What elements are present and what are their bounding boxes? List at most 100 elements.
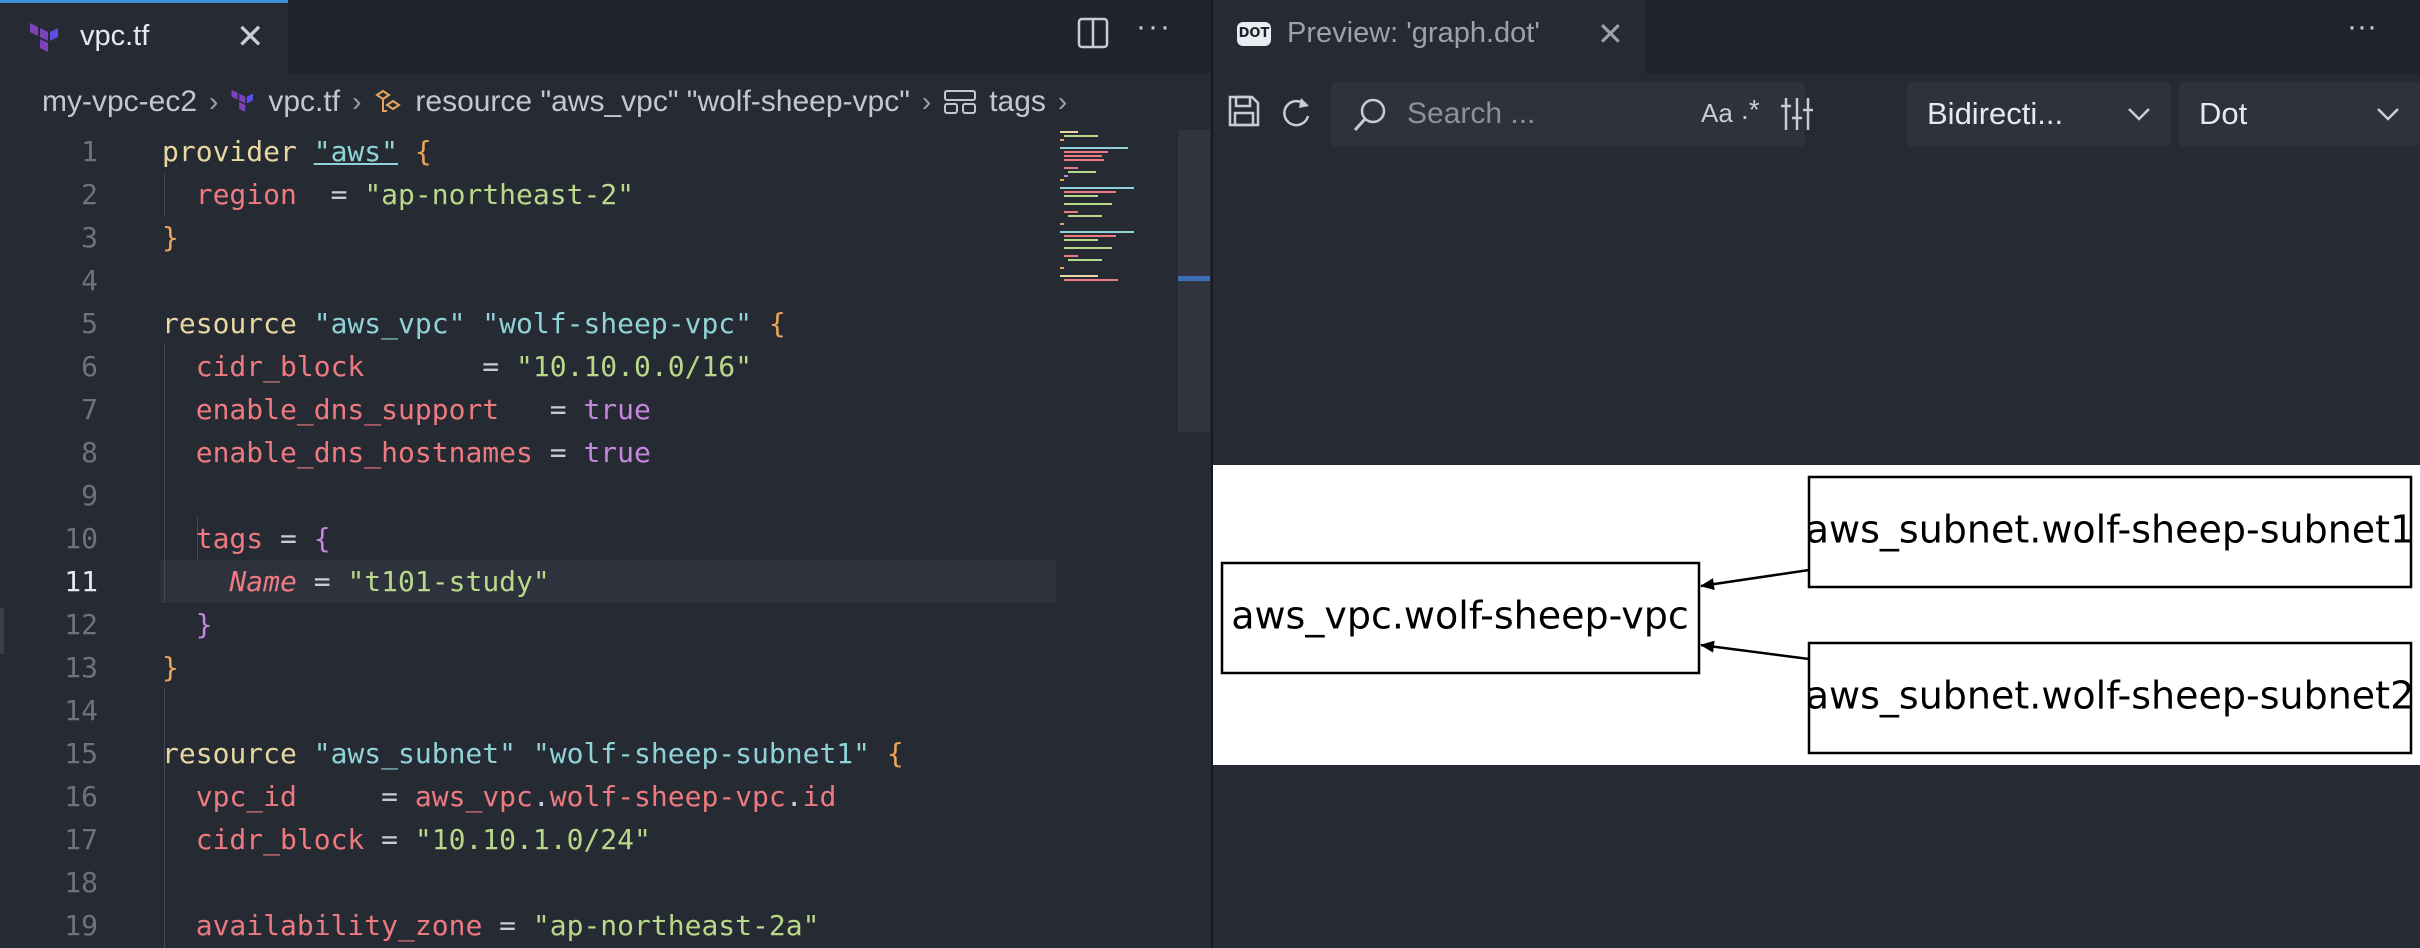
string: "10.10.0.0/16" [516,350,753,383]
string: "10.10.1.0/24" [414,823,651,856]
line-content: enable_dns_hostnames = true [162,431,651,474]
code-line: 14 [0,689,1060,732]
split-editor-icon[interactable] [1076,16,1110,50]
string: "wolf-sheep-vpc" [482,307,753,340]
close-icon[interactable]: ✕ [1597,14,1624,54]
code-line: 3 } [0,216,1060,259]
graph-node-subnet2[interactable]: aws_subnet.wolf-sheep-subnet2 [1806,641,2415,755]
code-line: 15 resource "aws_subnet" "wolf-sheep-sub… [0,732,1060,775]
save-icon[interactable] [1227,94,1261,128]
keyword: resource [162,307,297,340]
breadcrumb-resource[interactable]: resource "aws_vpc" "wolf-sheep-vpc" [373,85,910,119]
breadcrumb-resource-label: resource "aws_vpc" "wolf-sheep-vpc" [415,85,910,118]
line-content: cidr_block = "10.10.1.0/24" [162,818,651,861]
operator: = [364,823,415,856]
string: "ap-northeast-2a" [532,909,820,942]
format-select-value: Dot [2199,96,2248,131]
string: "aws" [313,135,399,168]
code-line: 5 resource "aws_vpc" "wolf-sheep-vpc" { [0,302,1060,345]
refresh-icon[interactable] [1279,94,1313,130]
format-select[interactable]: Dot [2179,82,2420,146]
attribute: vpc_id [195,780,297,813]
line-number: 14 [64,694,98,727]
direction-select[interactable]: Bidirecti... [1907,82,2171,146]
breadcrumb-project[interactable]: my-vpc-ec2 [42,85,197,119]
chevron-down-icon [2128,108,2150,121]
operator: = [499,393,584,426]
attribute: cidr_block [195,823,365,856]
graph-edge [1700,640,1810,661]
chevron-down-icon [2377,108,2399,121]
code-line: 17 cidr_block = "10.10.1.0/24" [0,818,1060,861]
line-number: 19 [64,909,98,942]
match-case-toggle[interactable]: Aa [1701,98,1733,129]
keyword: resource [162,737,297,770]
preview-toolbar: Aa .* Bidirecti... Dot [1213,74,2420,154]
code-line: 2 region = "ap-northeast-2" [0,173,1060,216]
filter-icon[interactable] [1779,94,1815,134]
node-label: aws_subnet.wolf-sheep-subnet1 [1806,508,2415,552]
string: "ap-northeast-2" [364,178,635,211]
line-content: tags = { [162,517,331,560]
attribute: enable_dns_hostnames [195,436,533,469]
tab-label: vpc.tf [80,20,150,52]
code-line: 4 [0,259,1060,302]
minimap[interactable] [1058,128,1178,288]
search-input[interactable] [1407,92,1687,136]
symbol-class-icon [375,89,402,112]
code-line: 18 [0,861,1060,904]
search-box[interactable]: Aa .* [1331,82,1813,146]
line-content: region = "ap-northeast-2" [162,173,634,216]
node-label: aws_subnet.wolf-sheep-subnet2 [1806,674,2415,718]
operator: = [532,436,584,469]
brace: { [313,522,331,555]
boolean: true [583,393,651,426]
editor-pane: vpc.tf ✕ ··· my-vpc-ec2 › vpc.tf › resou… [0,0,1211,948]
line-number: 6 [81,350,98,383]
attribute: cidr_block [195,350,365,383]
code-line: 12 } [0,603,1060,646]
attribute: region [195,178,297,211]
chevron-right-icon: › [1057,86,1068,117]
tab-vpc-tf[interactable]: vpc.tf ✕ [0,0,288,74]
scrollbar-cursor-marker [1178,276,1210,281]
string: "wolf-sheep-subnet1" [532,737,871,770]
graph-edge [1700,568,1810,591]
graph-node-vpc[interactable]: aws_vpc.wolf-sheep-vpc [1220,561,1701,675]
chevron-right-icon: › [209,86,219,117]
reference: id [802,780,837,813]
code-editor[interactable]: 1 provider "aws" { 2 region = "ap-northe… [0,130,1180,948]
line-content: resource "aws_subnet" "wolf-sheep-subnet… [162,732,904,775]
chevron-right-icon: › [352,86,362,117]
code-line-current: 11 Name = "t101-study" [0,560,1060,603]
attribute: availability_zone [195,909,483,942]
reference: aws_vpc [414,780,533,813]
more-actions-icon[interactable]: ··· [1136,10,1172,44]
graph-canvas[interactable]: aws_vpc.wolf-sheep-vpc aws_subnet.wolf-s… [1213,465,2420,765]
breadcrumb-symbol[interactable]: tags [943,85,1046,119]
line-content: } [162,646,179,689]
operator: = [296,565,348,598]
search-icon [1353,98,1386,132]
scrollbar-thumb[interactable] [1178,130,1210,432]
attribute: Name [229,565,297,598]
regex-toggle[interactable]: .* [1741,94,1760,126]
operator: . [785,780,803,813]
line-content: } [162,603,213,646]
graph-node-subnet1[interactable]: aws_subnet.wolf-sheep-subnet1 [1806,475,2415,589]
close-icon[interactable]: ✕ [236,17,265,57]
line-number: 5 [81,307,98,340]
line-content: provider "aws" { [162,130,432,173]
code-line: 8 enable_dns_hostnames = true [0,431,1060,474]
brace: { [886,737,904,770]
breadcrumb-file[interactable]: vpc.tf [230,85,340,119]
code-line: 6 cidr_block = "10.10.0.0/16" [0,345,1060,388]
operator: = [482,909,533,942]
more-actions-icon[interactable]: ··· [2347,10,2377,44]
reference: wolf-sheep-vpc [549,780,786,813]
code-line: 9 [0,474,1060,517]
tab-label: Preview: 'graph.dot' [1287,17,1540,49]
tab-preview-graph[interactable]: DOT Preview: 'graph.dot' ✕ [1213,0,1645,74]
breadcrumb: my-vpc-ec2 › vpc.tf › resource "aws_vpc"… [0,74,1211,130]
node-label: aws_vpc.wolf-sheep-vpc [1231,594,1689,638]
